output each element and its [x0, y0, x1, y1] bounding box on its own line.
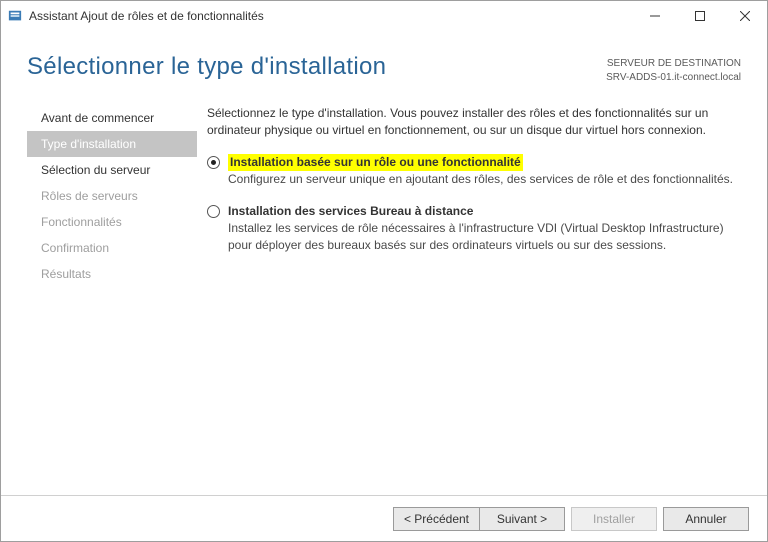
option-desc: Configurez un serveur unique en ajoutant…	[228, 171, 741, 188]
sidebar-item-label: Type d'installation	[41, 137, 136, 151]
header-area: Sélectionner le type d'installation SERV…	[1, 31, 767, 95]
sidebar-item-label: Résultats	[41, 267, 91, 281]
content-area: Sélectionner le type d'installation SERV…	[1, 31, 767, 541]
app-icon	[7, 8, 23, 24]
sidebar-item-label: Rôles de serveurs	[41, 189, 138, 203]
body-area: Avant de commencer Type d'installation S…	[1, 95, 767, 495]
cancel-button[interactable]: Annuler	[663, 507, 749, 531]
option-text: Installation basée sur un rôle ou une fo…	[228, 154, 741, 189]
page-title: Sélectionner le type d'installation	[27, 53, 606, 81]
destination-info: SERVEUR DE DESTINATION SRV-ADDS-01.it-co…	[606, 53, 741, 85]
radio-role-based[interactable]	[207, 156, 220, 169]
option-remote-desktop[interactable]: Installation des services Bureau à dista…	[207, 203, 741, 255]
next-button[interactable]: Suivant >	[479, 507, 565, 531]
nav-button-group: < Précédent Suivant >	[393, 507, 565, 531]
main-panel: Sélectionnez le type d'installation. Vou…	[197, 95, 767, 495]
sidebar-item-label: Sélection du serveur	[41, 163, 150, 177]
option-role-based[interactable]: Installation basée sur un rôle ou une fo…	[207, 154, 741, 189]
sidebar-item-label: Confirmation	[41, 241, 109, 255]
minimize-button[interactable]	[632, 1, 677, 31]
close-button[interactable]	[722, 1, 767, 31]
window-title: Assistant Ajout de rôles et de fonctionn…	[29, 9, 632, 23]
sidebar-item-server-selection[interactable]: Sélection du serveur	[27, 157, 197, 183]
install-button: Installer	[571, 507, 657, 531]
option-text: Installation des services Bureau à dista…	[228, 203, 741, 255]
destination-label: SERVEUR DE DESTINATION	[606, 57, 741, 71]
intro-text: Sélectionnez le type d'installation. Vou…	[207, 105, 741, 140]
window-controls	[632, 1, 767, 31]
sidebar-item-confirmation: Confirmation	[27, 235, 197, 261]
previous-button[interactable]: < Précédent	[393, 507, 479, 531]
sidebar-item-features: Fonctionnalités	[27, 209, 197, 235]
titlebar: Assistant Ajout de rôles et de fonctionn…	[1, 1, 767, 31]
sidebar-item-label: Fonctionnalités	[41, 215, 122, 229]
radio-remote-desktop[interactable]	[207, 205, 220, 218]
option-desc: Installez les services de rôle nécessair…	[228, 220, 741, 255]
sidebar-item-server-roles: Rôles de serveurs	[27, 183, 197, 209]
option-title: Installation basée sur un rôle ou une fo…	[228, 154, 523, 171]
footer-buttons: < Précédent Suivant > Installer Annuler	[1, 495, 767, 541]
option-title: Installation des services Bureau à dista…	[228, 203, 741, 220]
destination-value: SRV-ADDS-01.it-connect.local	[606, 71, 741, 85]
sidebar-item-install-type[interactable]: Type d'installation	[27, 131, 197, 157]
sidebar-item-before-begin[interactable]: Avant de commencer	[27, 105, 197, 131]
wizard-sidebar: Avant de commencer Type d'installation S…	[27, 95, 197, 495]
wizard-window: Assistant Ajout de rôles et de fonctionn…	[0, 0, 768, 542]
maximize-button[interactable]	[677, 1, 722, 31]
sidebar-item-results: Résultats	[27, 261, 197, 287]
sidebar-item-label: Avant de commencer	[41, 111, 154, 125]
